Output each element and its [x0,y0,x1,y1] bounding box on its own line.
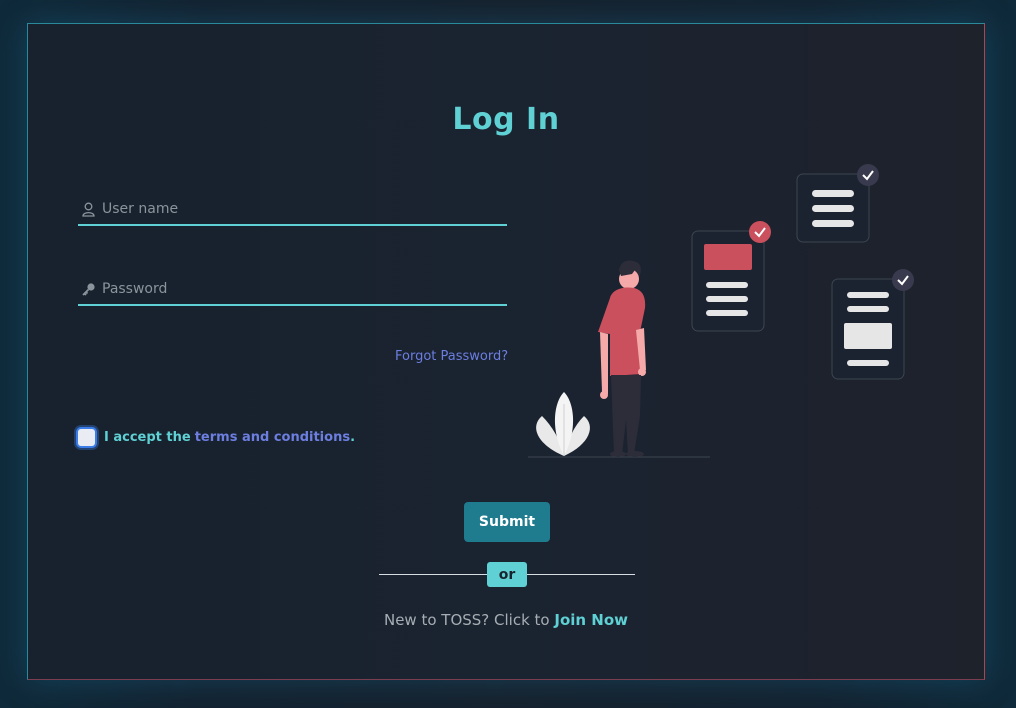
password-field[interactable] [78,274,507,306]
join-now-link[interactable]: Join Now [554,611,628,629]
person-illustration [598,260,646,457]
terms-link[interactable]: terms and conditions [195,430,350,445]
user-icon [80,201,96,217]
join-row: New to TOSS? Click to Join Now [28,611,984,629]
plant-illustration [536,392,590,456]
document-card-2 [796,164,879,243]
document-card-1 [691,221,771,332]
page-title: Log In [452,102,560,137]
terms-prefix: I accept the [104,430,191,445]
terms-row: I accept the terms and conditions . [76,427,355,448]
forgot-password-link[interactable]: Forgot Password? [395,349,508,364]
submit-button[interactable]: Submit [464,502,550,542]
login-card: Log In Forgot Password? I accept the ter… [27,23,985,680]
password-input[interactable] [100,280,484,298]
login-illustration [528,164,914,458]
key-icon [80,281,96,297]
document-card-3 [831,269,914,380]
terms-suffix: . [350,430,356,445]
username-field[interactable] [78,194,507,226]
terms-checkbox[interactable] [76,427,97,448]
or-separator: or [487,562,527,587]
join-prefix: New to TOSS? Click to [383,611,550,629]
username-input[interactable] [100,200,484,218]
